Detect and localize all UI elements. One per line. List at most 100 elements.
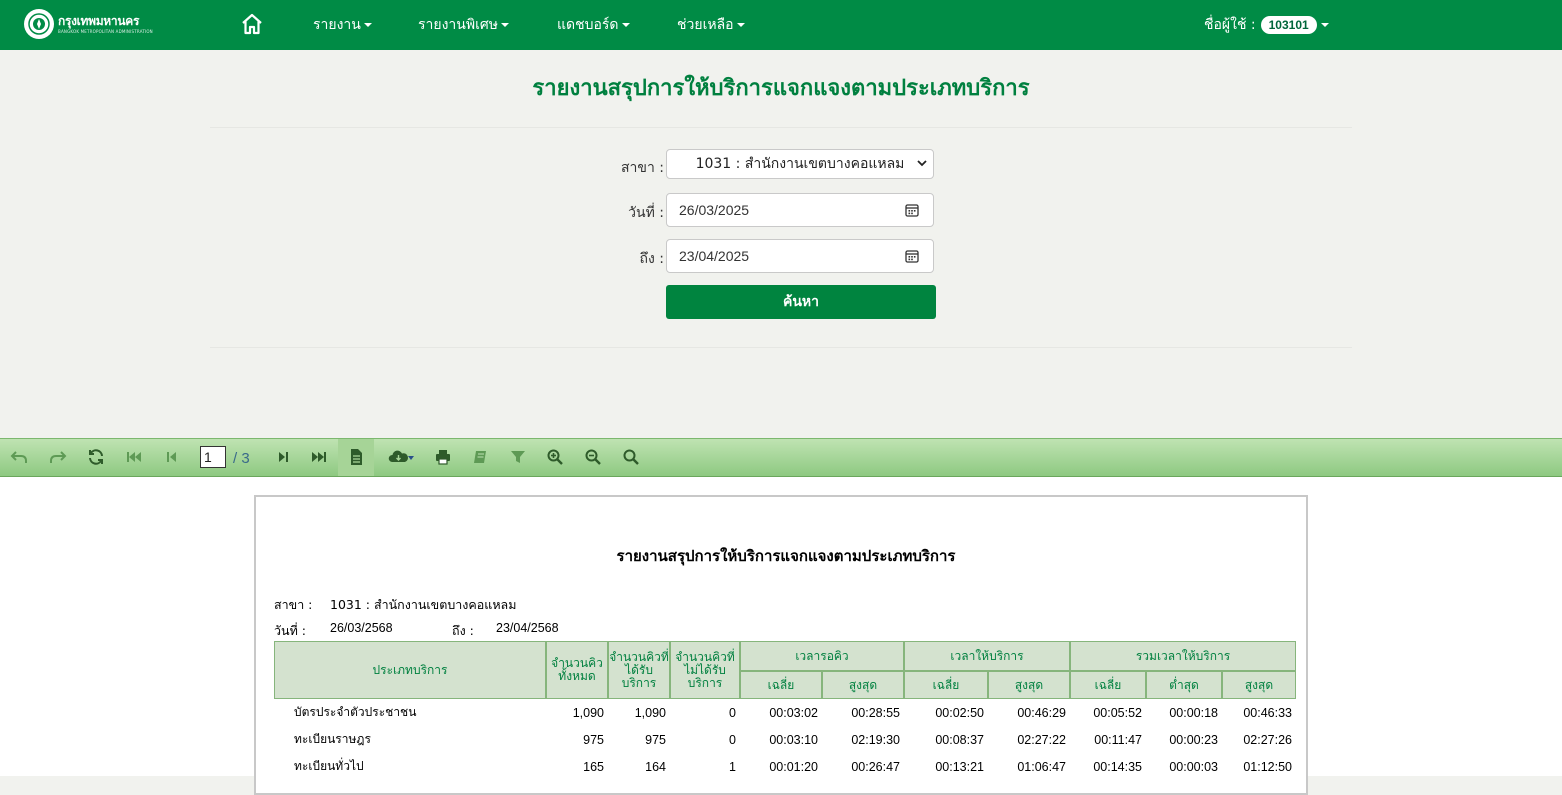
cell-total-max: 02:27:26 (1243, 732, 1292, 747)
export-cloud-icon[interactable] (388, 448, 416, 466)
logo-text: กรุงเทพมหานคร (58, 13, 140, 28)
date-from-label: วันที่ : (628, 205, 664, 221)
previous-page-icon[interactable] (163, 448, 181, 466)
header-service-avg: เฉลี่ย (904, 671, 988, 699)
calendar-icon[interactable] (905, 249, 919, 263)
menu-help[interactable]: ช่วยเหลือ (677, 0, 745, 50)
cell-total: 975 (583, 732, 604, 747)
undo-icon[interactable] (10, 448, 28, 466)
header-not-served: จำนวนคิวที่ไม่ได้รับบริการ (670, 641, 740, 699)
cell-served: 975 (645, 732, 666, 747)
city-seal-icon (24, 9, 54, 39)
report-date-from: 26/03/2568 (330, 621, 393, 635)
caret-down-icon (1320, 23, 1329, 27)
cell-total-min: 00:00:18 (1169, 705, 1218, 720)
cell-total: 1,090 (572, 705, 604, 720)
divider (210, 127, 1352, 128)
date-from-input[interactable]: 26/03/2025 (666, 193, 934, 227)
user-menu[interactable]: ชื่อผู้ใช้ : 103101 (1204, 0, 1329, 50)
menu-special-report-label: รายงานพิเศษ (418, 17, 498, 33)
caret-down-icon (736, 23, 745, 27)
branch-select-value: 1031 : สำนักงานเขตบางคอแหลม (695, 156, 905, 172)
caret-down-icon (363, 23, 372, 27)
top-navbar: กรุงเทพมหานคร BANGKOK METROPOLITAN ADMIN… (0, 0, 1562, 50)
cell-wait-avg: 00:03:02 (769, 705, 818, 720)
header-total-queue: จำนวนคิวทั้งหมด (546, 641, 608, 699)
cell-service-name: ทะเบียนราษฎร (294, 732, 371, 746)
cell-total-avg: 00:05:52 (1093, 705, 1142, 720)
redo-icon[interactable] (49, 448, 67, 466)
search-button[interactable]: ค้นหา (666, 285, 936, 319)
branch-label: สาขา : (620, 160, 664, 176)
menu-report[interactable]: รายงาน (313, 0, 372, 50)
bma-logo[interactable]: กรุงเทพมหานคร BANGKOK METROPOLITAN ADMIN… (24, 8, 153, 40)
cell-wait-max: 02:19:30 (851, 732, 900, 747)
report-table: ประเภทบริการ จำนวนคิวทั้งหมด จำนวนคิวที่… (274, 641, 1296, 780)
date-from-value: 26/03/2025 (679, 202, 750, 218)
user-id-badge: 103101 (1260, 16, 1317, 34)
last-page-icon[interactable] (310, 448, 328, 466)
filter-icon[interactable] (509, 448, 527, 466)
menu-dashboard-label: แดชบอร์ด (557, 17, 619, 33)
print-icon[interactable] (434, 448, 452, 466)
first-page-icon[interactable] (125, 448, 143, 466)
header-served: จำนวนคิวที่ได้รับบริการ (608, 641, 670, 699)
next-page-icon[interactable] (274, 448, 292, 466)
page-total: / 3 (233, 450, 250, 467)
report-title: รายงานสรุปการให้บริการแจกแจงตามประเภทบริ… (616, 547, 956, 565)
cell-total-min: 00:00:23 (1169, 732, 1218, 747)
cell-service-name: บัตรประจำตัวประชาชน (294, 705, 417, 719)
zoom-in-icon[interactable] (546, 448, 564, 466)
zoom-out-icon[interactable] (584, 448, 602, 466)
cell-service-avg: 00:02:50 (935, 705, 984, 720)
cell-served: 1,090 (634, 705, 666, 720)
home-icon[interactable] (240, 12, 264, 36)
header-wait-avg: เฉลี่ย (740, 671, 822, 699)
header-service-type: ประเภทบริการ (274, 641, 546, 699)
date-to-input[interactable]: 23/04/2025 (666, 239, 934, 273)
chevron-down-icon (917, 160, 927, 167)
cell-not-served: 0 (729, 705, 736, 720)
header-total-avg: เฉลี่ย (1070, 671, 1146, 699)
header-total-service-time: รวมเวลาให้บริการ (1070, 641, 1296, 671)
page-title: รายงานสรุปการให้บริการแจกแจงตามประเภทบริ… (532, 76, 1030, 101)
cell-not-served: 0 (729, 732, 736, 747)
date-to-label: ถึง : (639, 251, 664, 267)
cell-service-avg: 00:08:37 (935, 732, 984, 747)
refresh-icon[interactable] (87, 448, 105, 466)
caret-down-icon (500, 23, 509, 27)
book-icon[interactable] (471, 448, 489, 466)
report-branch-label: สาขา : (274, 597, 313, 612)
cell-total-avg: 00:11:47 (1094, 732, 1142, 747)
user-label: ชื่อผู้ใช้ : (1204, 17, 1256, 33)
menu-special-report[interactable]: รายงานพิเศษ (418, 0, 509, 50)
cell-wait-max: 00:28:55 (851, 705, 900, 720)
cell-wait-avg: 00:03:10 (769, 732, 818, 747)
header-wait-time: เวลารอคิว (740, 641, 904, 671)
branch-select[interactable]: 1031 : สำนักงานเขตบางคอแหลม (666, 149, 934, 179)
date-to-value: 23/04/2025 (679, 248, 750, 264)
search-icon[interactable] (622, 448, 640, 466)
header-total-max: สูงสุด (1222, 671, 1296, 699)
report-date-label: วันที่ : (274, 623, 306, 638)
header-wait-max: สูงสุด (822, 671, 904, 699)
cell-total-max: 00:46:33 (1243, 705, 1292, 720)
header-service-time: เวลาให้บริการ (904, 641, 1070, 671)
report-date-to-label: ถึง : (452, 623, 474, 638)
calendar-icon[interactable] (905, 203, 919, 217)
menu-dashboard[interactable]: แดชบอร์ด (557, 0, 630, 50)
cell-service-max: 02:27:22 (1017, 732, 1066, 747)
table-row: บัตรประจำตัวประชาชน 1,090 1,090 0 00:03:… (274, 699, 1296, 726)
menu-help-label: ช่วยเหลือ (677, 17, 734, 33)
cell-service-max: 00:46:29 (1017, 705, 1066, 720)
menu-report-label: รายงาน (313, 17, 361, 33)
table-row: ทะเบียนราษฎร 975 975 0 00:03:10 02:19:30… (274, 726, 1296, 753)
document-view-icon[interactable] (338, 439, 374, 476)
page-number-input[interactable]: 1 (200, 446, 226, 468)
caret-down-icon (621, 23, 630, 27)
report-branch-value: 1031 : สำนักงานเขตบางคอแหลม (330, 597, 517, 612)
header-service-max: สูงสุด (988, 671, 1070, 699)
divider (210, 347, 1352, 348)
report-date-to: 23/04/2568 (496, 621, 559, 635)
logo-subtext: BANGKOK METROPOLITAN ADMINISTRATION (58, 28, 153, 34)
